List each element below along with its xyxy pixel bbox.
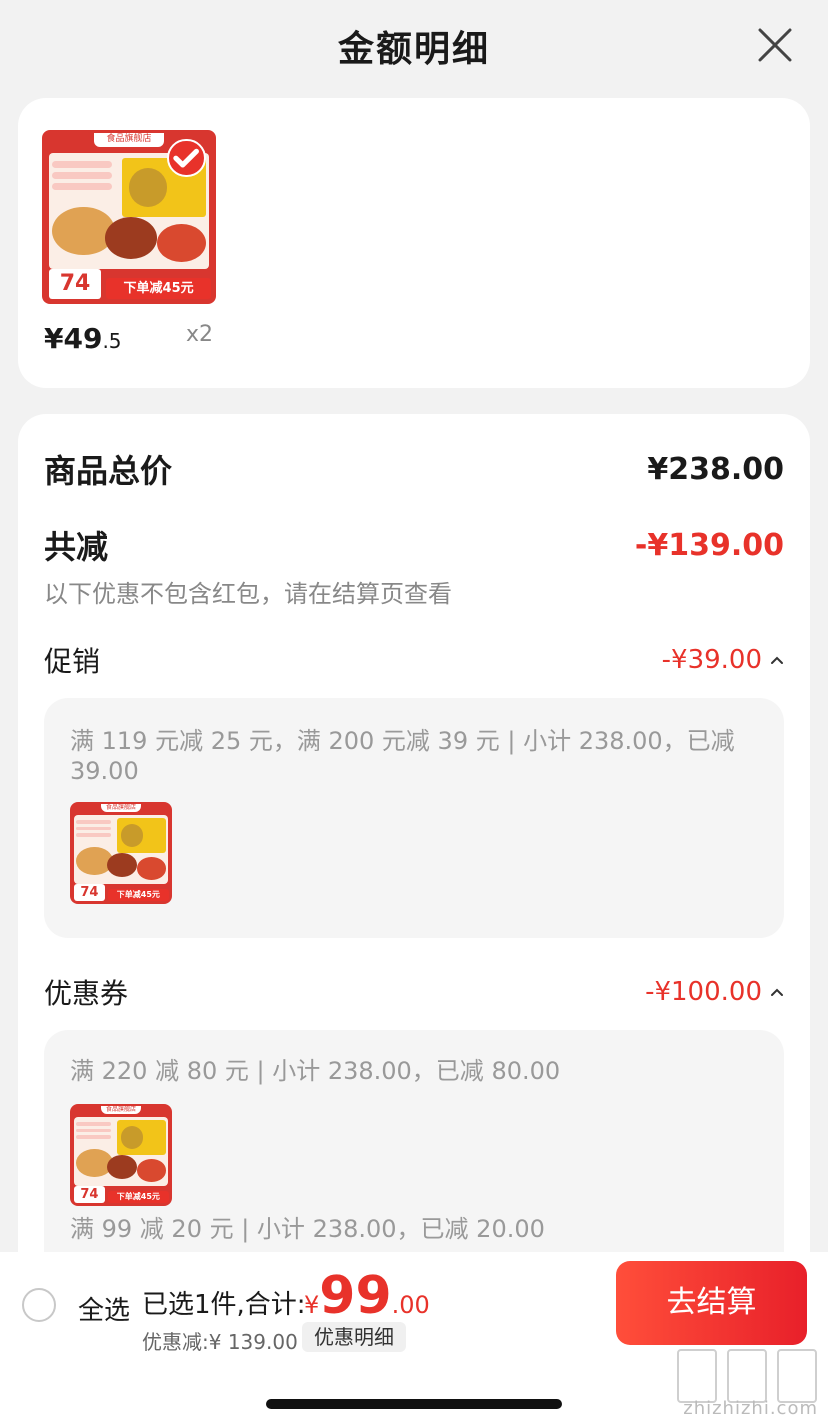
close-icon[interactable]: [756, 26, 794, 64]
coupon-value: -¥100.00: [645, 977, 762, 1007]
total-value: ¥238.00: [647, 451, 784, 487]
total-row: 商品总价 ¥238.00: [44, 446, 784, 492]
checkout-button[interactable]: 去结算: [616, 1261, 807, 1345]
store-tag: 食品旗舰店: [100, 1106, 142, 1115]
total-amount: ¥ 99 .00: [304, 1266, 430, 1326]
store-tag: 食品旗舰店: [94, 133, 164, 148]
coupon-product-image[interactable]: 食品旗舰店 74 下单减45元: [70, 1104, 172, 1206]
page-title: 金额明细: [337, 29, 490, 70]
discount-detail-button[interactable]: 优惠明细: [302, 1322, 406, 1352]
promo-row[interactable]: 促销 -¥39.00: [44, 640, 784, 680]
coupon-label: 优惠券: [44, 977, 129, 1010]
coupon-text-2: 满 99 减 20 元 | 小计 238.00，已减 20.00: [70, 1215, 545, 1243]
discount-note: 以下优惠不包含红包，请在结算页查看: [44, 580, 452, 608]
price-detail-card: 商品总价 ¥238.00 共减 -¥139.00 以下优惠不包含红包，请在结算页…: [18, 414, 810, 1314]
coupon-row[interactable]: 优惠券 -¥100.00: [44, 972, 784, 1012]
thumb-price: 74: [74, 1185, 105, 1203]
discount-value: -¥139.00: [634, 527, 784, 563]
product-card: 食品旗舰店 74 下单减45元 ¥49.5 x2: [18, 98, 810, 388]
selected-count: 已选1件,合计:: [142, 1290, 306, 1320]
thumb-price: 74: [48, 269, 102, 299]
promo-box: 满 119 元减 25 元，满 200 元减 39 元 | 小计 238.00，…: [44, 698, 784, 938]
discount-row: 共减 -¥139.00: [44, 522, 784, 568]
total-label: 商品总价: [44, 452, 173, 490]
thumb-price: 74: [74, 883, 105, 901]
promo-value: -¥39.00: [661, 645, 762, 675]
thumb-promo: 下单减45元: [107, 888, 169, 901]
home-indicator[interactable]: [266, 1399, 562, 1409]
sheet-header: 金额明细: [0, 0, 828, 92]
store-tag: 食品旗舰店: [100, 804, 142, 813]
coupon-text-1: 满 220 减 80 元 | 小计 238.00，已减 80.00: [70, 1057, 561, 1085]
promo-label: 促销: [44, 645, 101, 678]
select-all-radio[interactable]: [22, 1288, 56, 1322]
thumb-promo: 下单减45元: [107, 1190, 169, 1203]
check-icon: [167, 138, 206, 177]
product-image[interactable]: 食品旗舰店 74 下单减45元: [42, 130, 216, 304]
select-all-label[interactable]: 全选: [78, 1290, 130, 1327]
promo-product-image[interactable]: 食品旗舰店 74 下单减45元: [70, 802, 172, 904]
discount-summary: 优惠减:¥ 139.00: [142, 1330, 298, 1354]
promo-text: 满 119 元减 25 元，满 200 元减 39 元 | 小计 238.00，…: [70, 727, 735, 785]
quantity: x2: [186, 322, 214, 347]
unit-price: ¥49.5: [44, 322, 122, 355]
chevron-up-icon[interactable]: [770, 985, 784, 999]
watermark-text: zhizhizhi.com: [683, 1398, 818, 1419]
discount-label: 共减: [44, 528, 109, 566]
chevron-up-icon[interactable]: [770, 653, 784, 667]
thumb-promo: 下单减45元: [106, 277, 211, 299]
